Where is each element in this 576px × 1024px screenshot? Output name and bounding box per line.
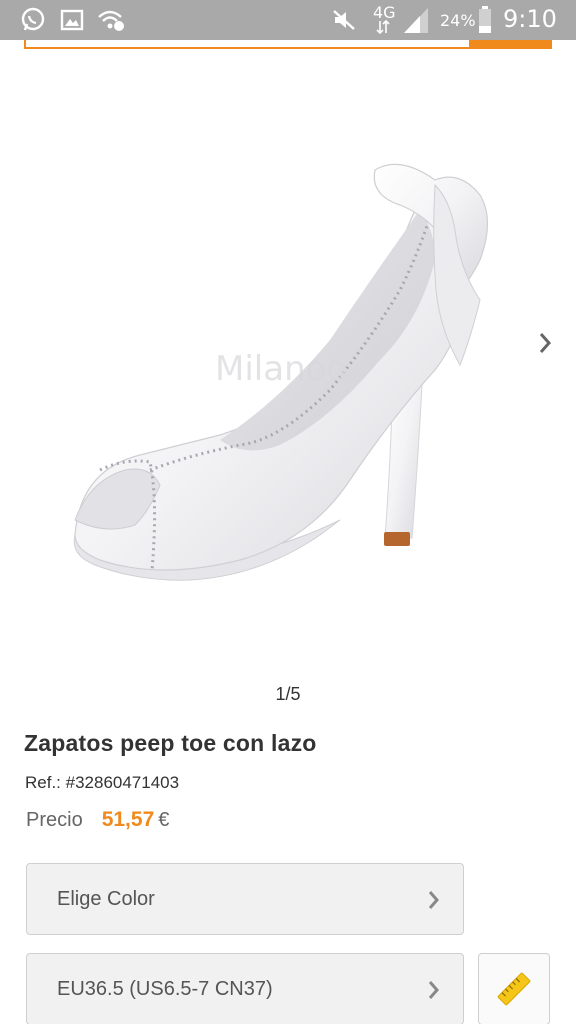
clock: 9:10 <box>503 5 557 33</box>
mute-icon <box>331 8 357 32</box>
watermark: Milanoo <box>215 349 347 389</box>
product-image[interactable]: Milanoo <box>40 140 520 610</box>
chevron-right-icon <box>423 978 445 1002</box>
color-select[interactable]: Elige Color <box>26 863 464 935</box>
chevron-right-icon <box>539 333 552 353</box>
chevron-right-icon <box>423 888 445 912</box>
color-select-label: Elige Color <box>57 887 155 910</box>
signal-icon <box>402 6 430 34</box>
image-counter: 1/5 <box>275 684 301 704</box>
size-guide-button[interactable] <box>478 953 550 1024</box>
price-currency: € <box>158 809 170 831</box>
ruler-icon <box>497 972 531 1006</box>
data-arrows-icon <box>376 20 390 34</box>
price-label: Precio <box>26 809 83 831</box>
battery-percent: 24% <box>440 11 476 30</box>
gallery-icon <box>60 8 84 32</box>
next-image-button[interactable] <box>530 328 560 358</box>
product-title: Zapatos peep toe con lazo <box>24 730 317 756</box>
product-ref: Ref.: #32860471403 <box>25 773 180 792</box>
header-action-button[interactable] <box>471 40 552 49</box>
size-select[interactable]: EU36.5 (US6.5-7 CN37) <box>26 953 464 1024</box>
battery-icon <box>478 6 492 34</box>
status-bar: 4G 24% 9:10 <box>0 0 576 40</box>
shoe-illustration: Milanoo <box>73 163 489 581</box>
search-box-edge[interactable] <box>24 40 471 49</box>
size-select-label: EU36.5 (US6.5-7 CN37) <box>57 977 273 1000</box>
price-value: 51,57 <box>101 808 155 831</box>
header-bar-remnant <box>24 40 552 49</box>
whatsapp-icon <box>20 7 46 32</box>
price-row: Precio 51,57 € <box>26 808 169 832</box>
wifi-call-icon <box>97 8 125 32</box>
